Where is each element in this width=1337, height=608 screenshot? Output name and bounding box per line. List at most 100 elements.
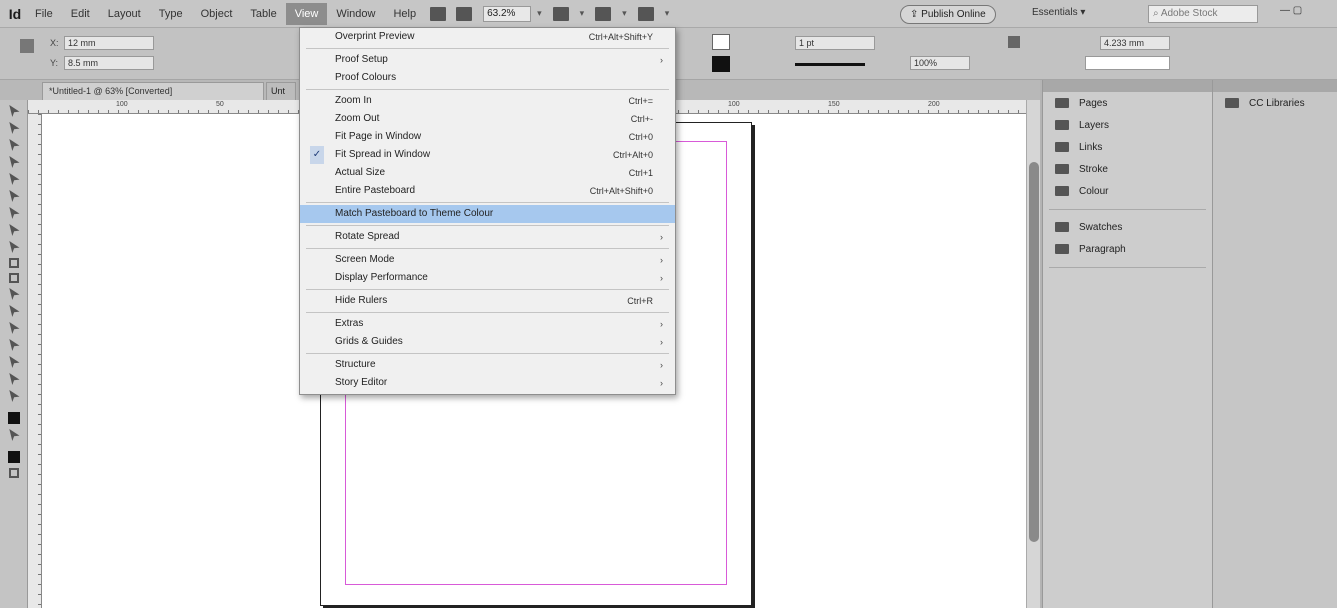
vertical-scrollbar[interactable] — [1026, 100, 1040, 608]
chevron-down-icon[interactable]: ▾ — [580, 8, 585, 19]
stock-search-input[interactable]: ⌕ Adobe Stock — [1148, 5, 1258, 23]
panel-links[interactable]: Links — [1043, 136, 1212, 158]
view-menu-item[interactable]: Story Editor › — [300, 374, 675, 392]
view-menu-item[interactable]: Entire Pasteboard Ctrl+Alt+Shift+0 — [300, 182, 675, 200]
panel-layers[interactable]: Layers — [1043, 114, 1212, 136]
view-options-icon[interactable] — [552, 6, 569, 21]
fill-stroke-icon[interactable] — [7, 412, 20, 424]
view-menu-item[interactable]: Display Performance › — [300, 269, 675, 287]
view-menu-item[interactable]: Proof Setup › — [300, 51, 675, 69]
document-tab-2[interactable]: Unt — [266, 82, 296, 100]
panel-label: Colour — [1079, 185, 1109, 197]
line-tool-icon[interactable] — [9, 207, 20, 219]
window-controls[interactable]: — ▢ — [1280, 5, 1302, 16]
content-collector-icon[interactable] — [9, 173, 20, 185]
x-field[interactable]: 12 mm — [64, 36, 154, 50]
arrange-documents-icon[interactable] — [637, 6, 654, 21]
direct-selection-tool-icon[interactable] — [9, 122, 20, 134]
stroke-weight-field[interactable]: 1 pt — [795, 36, 875, 50]
menu-layout[interactable]: Layout — [99, 3, 150, 25]
pen-tool-icon[interactable] — [9, 224, 20, 236]
view-menu-item[interactable]: Extras › — [300, 315, 675, 333]
view-menu-item[interactable]: Screen Mode › — [300, 251, 675, 269]
reference-point-icon[interactable] — [20, 39, 34, 53]
view-menu-item[interactable]: Hide Rulers Ctrl+R — [300, 292, 675, 310]
menu-type[interactable]: Type — [150, 3, 192, 25]
view-menu-item[interactable]: Proof Colours — [300, 69, 675, 87]
view-menu-item-shortcut: Ctrl+= — [628, 96, 653, 106]
menu-window[interactable]: Window — [327, 3, 384, 25]
apply-colour-icon[interactable] — [7, 451, 20, 463]
menu-file[interactable]: File — [26, 3, 62, 25]
type-tool-icon[interactable] — [9, 190, 20, 202]
search-placeholder: Adobe Stock — [1160, 8, 1218, 19]
align-icon[interactable] — [1008, 36, 1020, 48]
vertical-ruler[interactable] — [28, 114, 42, 608]
free-transform-tool-icon[interactable] — [9, 305, 20, 317]
panel-cc-libraries[interactable]: CC Libraries — [1213, 92, 1337, 114]
view-menu-item-label: Rotate Spread — [335, 231, 400, 242]
rectangle-tool-icon[interactable] — [8, 273, 19, 283]
gradient-tool-icon[interactable] — [9, 322, 20, 334]
view-menu-item-label: Screen Mode — [335, 254, 395, 265]
view-menu-item[interactable]: Overprint Preview Ctrl+Alt+Shift+Y — [300, 28, 675, 46]
scrollbar-thumb[interactable] — [1029, 162, 1039, 542]
view-menu-item[interactable]: Match Pasteboard to Theme Colour — [300, 205, 675, 223]
menu-view[interactable]: View — [285, 2, 328, 25]
panel-swatches[interactable]: Swatches — [1043, 216, 1212, 238]
hand-tool-icon[interactable] — [9, 373, 20, 385]
view-menu-item[interactable]: Actual Size Ctrl+1 — [300, 164, 675, 182]
screen-mode-icon[interactable] — [595, 6, 612, 21]
view-menu-item[interactable]: ✓ Fit Spread in Window Ctrl+Alt+0 — [300, 146, 675, 164]
screen-mode-icon[interactable] — [8, 468, 19, 478]
note-tool-icon[interactable] — [9, 339, 20, 351]
panel-header[interactable] — [1043, 80, 1212, 92]
view-menu-item[interactable]: Rotate Spread › — [300, 228, 675, 246]
view-menu-item[interactable]: Fit Page in Window Ctrl+0 — [300, 128, 675, 146]
panel-colour[interactable]: Colour — [1043, 180, 1212, 202]
view-menu-item[interactable]: Structure › — [300, 356, 675, 374]
bridge-icon[interactable] — [430, 6, 447, 21]
view-menu-item[interactable]: Grids & Guides › — [300, 333, 675, 351]
zoom-level-field[interactable]: 63.2% — [483, 5, 532, 22]
ruler-label: 150 — [828, 101, 840, 108]
column-width-field[interactable]: 4.233 mm — [1100, 36, 1170, 50]
selection-tool-icon[interactable] — [9, 105, 20, 117]
stroke-type-line[interactable] — [795, 63, 865, 66]
menu-edit[interactable]: Edit — [62, 3, 99, 25]
fill-swatch[interactable] — [712, 34, 730, 50]
stock-icon[interactable] — [456, 6, 473, 21]
panel-paragraph[interactable]: Paragraph — [1043, 238, 1212, 260]
rectangle-frame-tool-icon[interactable] — [8, 258, 19, 268]
ruler-label: 100 — [728, 101, 740, 108]
panel-stroke[interactable]: Stroke — [1043, 158, 1212, 180]
menu-table[interactable]: Table — [241, 3, 285, 25]
chevron-down-icon[interactable]: ▾ — [665, 8, 670, 19]
pages-icon — [1055, 98, 1069, 108]
chevron-down-icon[interactable]: ▾ — [622, 8, 627, 19]
opacity-field[interactable]: 100% — [910, 56, 970, 70]
pencil-tool-icon[interactable] — [9, 241, 20, 253]
gap-tool-icon[interactable] — [9, 156, 20, 168]
swap-icon[interactable] — [9, 429, 20, 441]
menu-separator — [306, 289, 669, 290]
publish-online-button[interactable]: ⇪ Publish Online — [900, 5, 996, 24]
view-menu-item-shortcut: Ctrl+1 — [628, 168, 653, 178]
eyedropper-tool-icon[interactable] — [9, 356, 20, 368]
zoom-tool-icon[interactable] — [9, 390, 20, 402]
page-tool-icon[interactable] — [9, 139, 20, 151]
indesign-window: Id File Edit Layout Type Object Table Vi… — [0, 0, 1337, 608]
y-field[interactable]: 8.5 mm — [64, 56, 154, 70]
style-field[interactable] — [1085, 56, 1170, 70]
menu-object[interactable]: Object — [192, 3, 242, 25]
workspace-switcher[interactable]: Essentials ▾ — [1032, 7, 1085, 18]
document-tab[interactable]: *Untitled-1 @ 63% [Converted] — [42, 82, 264, 100]
view-menu-item[interactable]: Zoom Out Ctrl+- — [300, 110, 675, 128]
view-menu-item[interactable]: Zoom In Ctrl+= — [300, 92, 675, 110]
stroke-swatch[interactable] — [712, 56, 730, 72]
scissors-tool-icon[interactable] — [9, 288, 20, 300]
panel-pages[interactable]: Pages — [1043, 92, 1212, 114]
chevron-down-icon[interactable]: ▾ — [537, 8, 542, 19]
panel-header[interactable] — [1213, 80, 1337, 92]
menu-help[interactable]: Help — [384, 3, 425, 25]
